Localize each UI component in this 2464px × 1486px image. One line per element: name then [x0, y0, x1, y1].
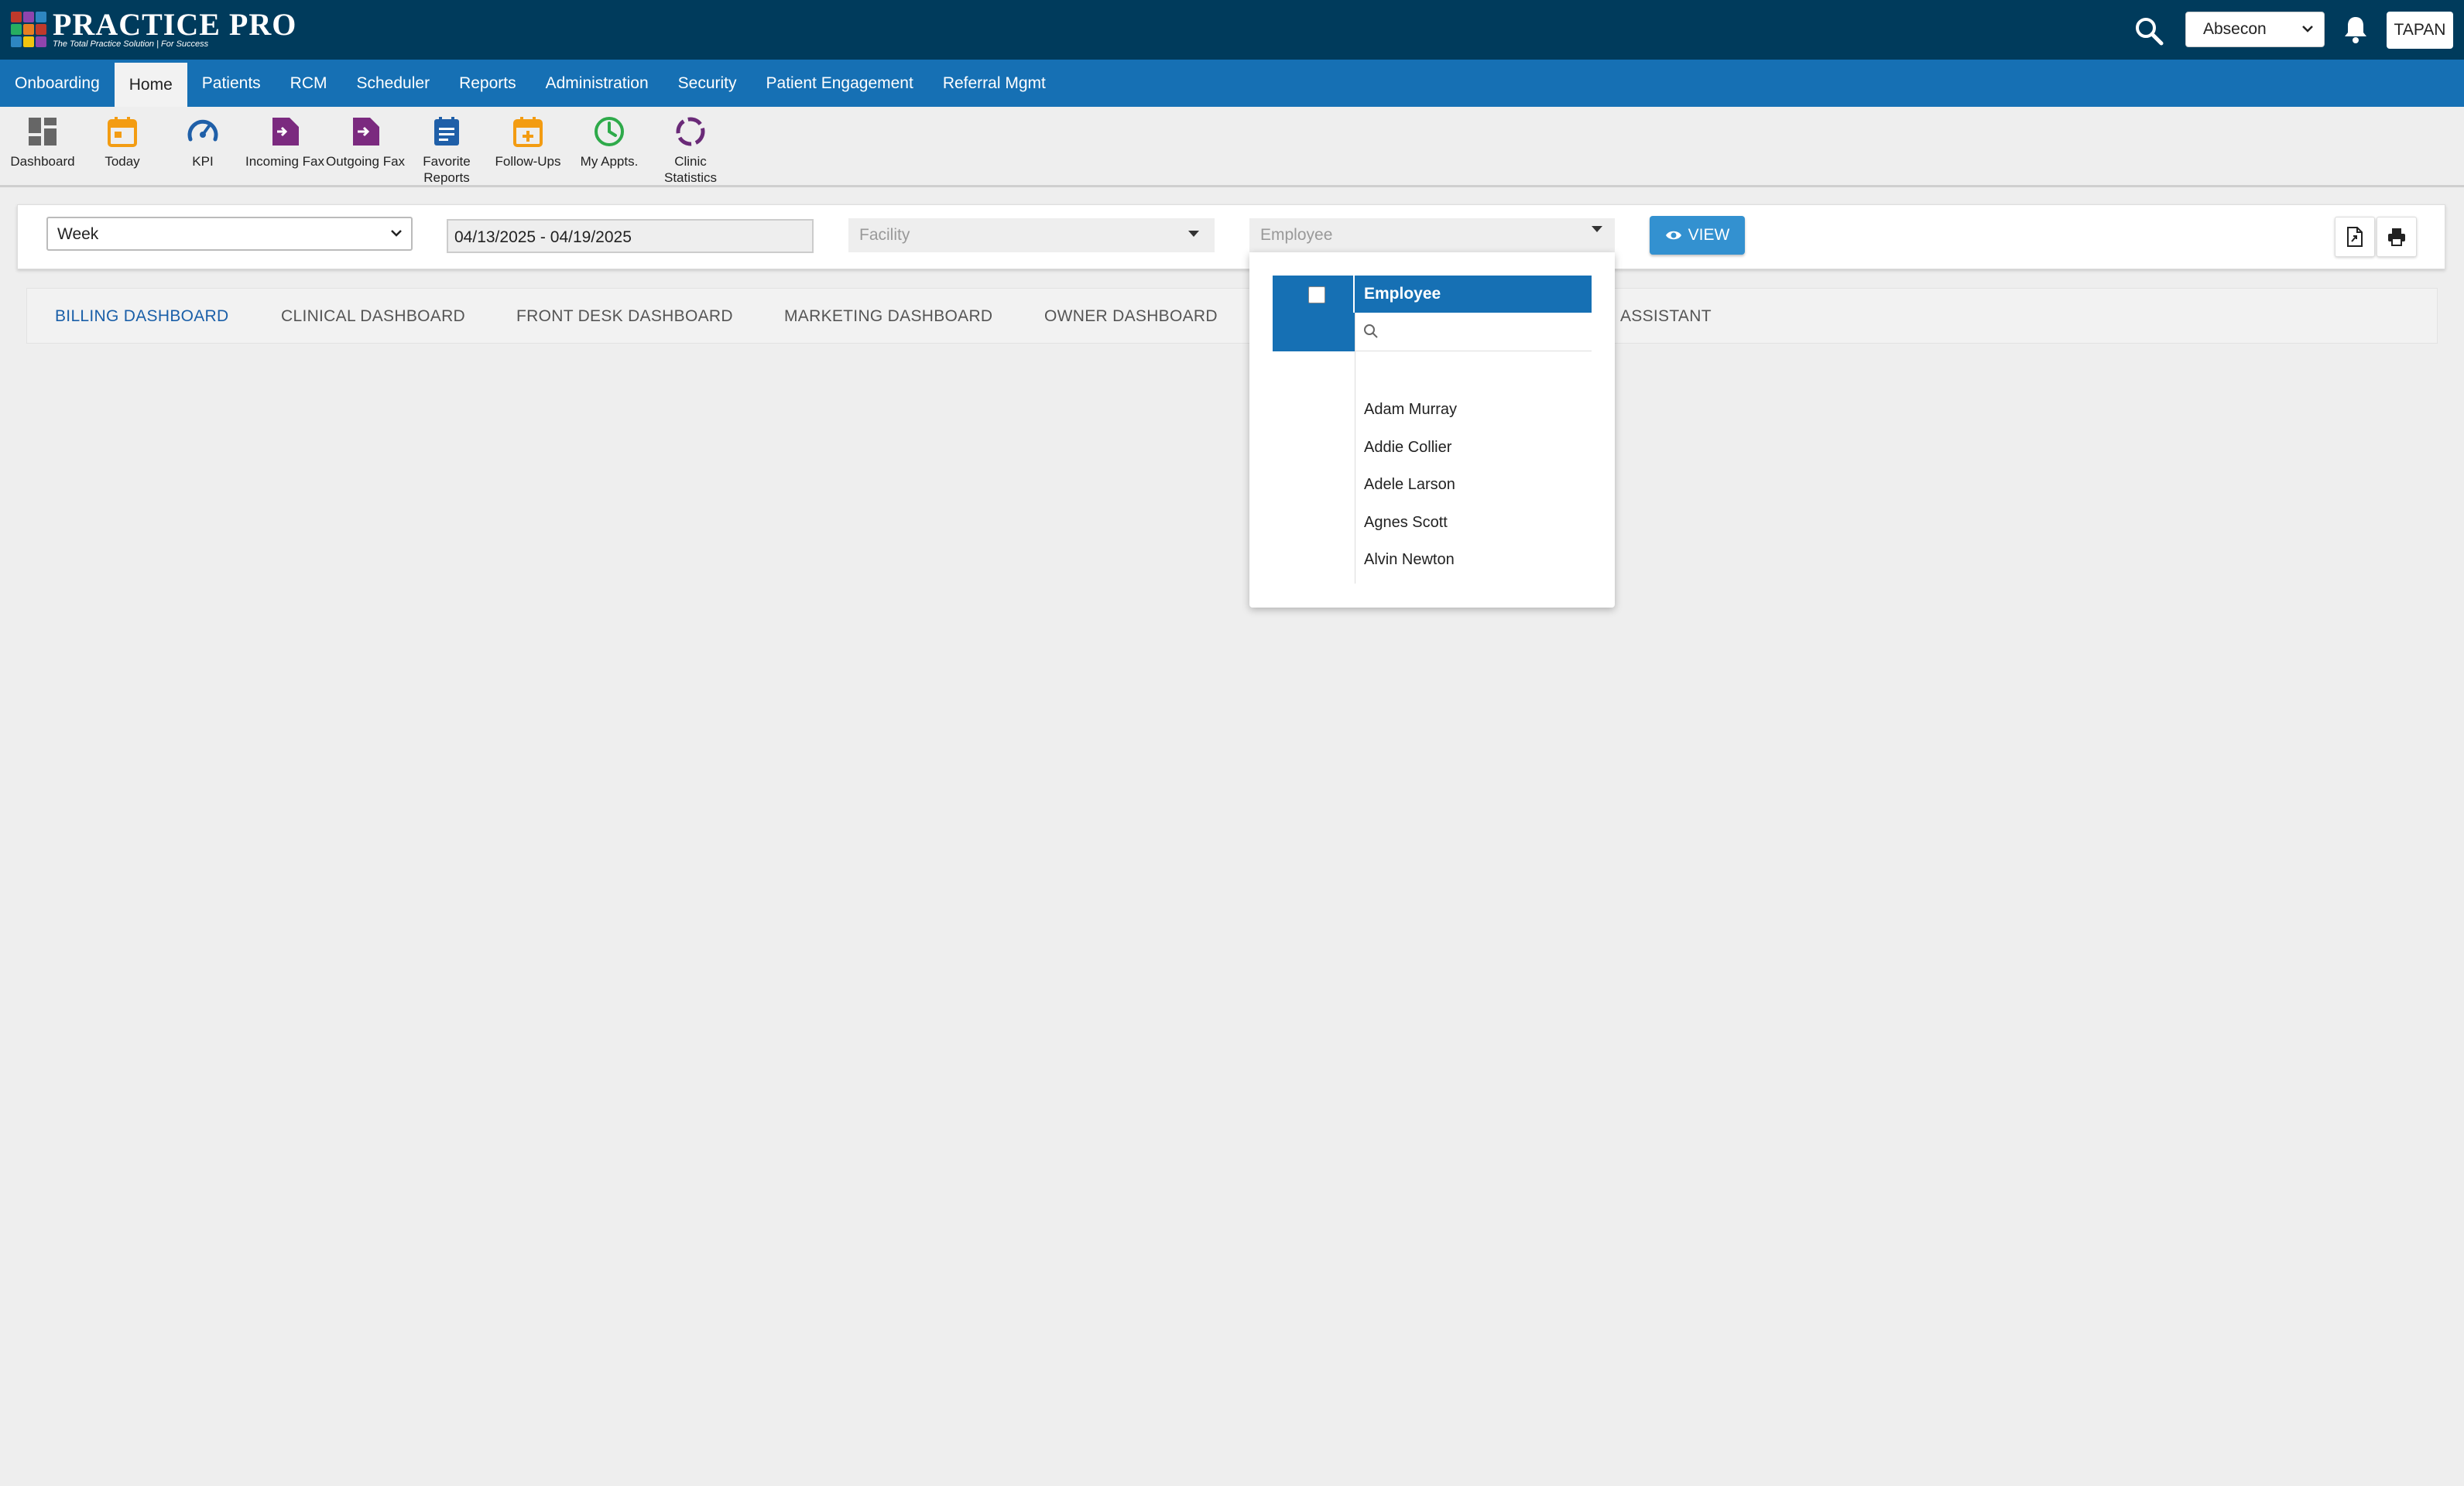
export-pdf-button[interactable]: [2335, 217, 2375, 257]
tab-assistant[interactable]: ASSISTANT: [1620, 307, 1712, 326]
date-range-value: 04/13/2025 - 04/19/2025: [454, 228, 632, 246]
nav-item-referral-mgmt[interactable]: Referral Mgmt: [928, 60, 1061, 107]
header-divider: [1353, 276, 1355, 313]
top-header: PRACTICE PRO The Total Practice Solution…: [0, 0, 2464, 60]
report-icon: [434, 117, 459, 146]
caret-down-icon: [1188, 231, 1199, 237]
toolbar-favorite-reports[interactable]: Favorite Reports: [406, 115, 487, 186]
employee-option[interactable]: Alvin Newton: [1364, 551, 1455, 569]
export-file-icon: [2347, 227, 2363, 247]
tab-marketing-dashboard[interactable]: MARKETING DASHBOARD: [784, 307, 992, 326]
user-name: TAPAN: [2394, 21, 2446, 39]
employee-dropdown-title: Employee: [1364, 285, 1441, 303]
tab-billing-dashboard[interactable]: BILLING DASHBOARD: [55, 307, 229, 326]
nav-item-home[interactable]: Home: [114, 60, 187, 107]
employee-search-input[interactable]: [1355, 313, 1592, 351]
nav-item-onboarding[interactable]: Onboarding: [0, 60, 115, 107]
logo-mark-icon: [11, 12, 46, 47]
nav-item-rcm[interactable]: RCM: [276, 60, 342, 107]
logo-name: PRACTICE PRO: [53, 7, 297, 42]
nav-item-patients[interactable]: Patients: [187, 60, 276, 107]
toolbar-dashboard[interactable]: Dashboard: [2, 115, 83, 169]
toolbar-label: Dashboard: [10, 154, 75, 169]
toolbar-today[interactable]: Today: [82, 115, 163, 169]
chevron-down-icon: [391, 230, 402, 237]
toolbar-follow-ups[interactable]: Follow-Ups: [488, 115, 568, 169]
home-toolbar: Dashboard Today KPI Incoming Fax Outgoin…: [0, 107, 2464, 187]
view-button-label: VIEW: [1688, 226, 1730, 244]
practice-pro-logo[interactable]: PRACTICE PRO The Total Practice Solution…: [11, 9, 296, 50]
toolbar-my-appts[interactable]: My Appts.: [569, 115, 649, 169]
facility-select[interactable]: Facility: [848, 218, 1215, 252]
view-button[interactable]: VIEW: [1650, 216, 1745, 255]
nav-item-security[interactable]: Security: [663, 60, 752, 107]
outgoing-fax-icon: [353, 118, 379, 146]
logo-tagline: The Total Practice Solution | For Succes…: [53, 39, 209, 49]
nav-item-administration[interactable]: Administration: [531, 60, 663, 107]
period-select[interactable]: Week: [46, 217, 413, 251]
incoming-fax-icon: [272, 118, 299, 146]
toolbar-label: Incoming Fax: [245, 154, 325, 169]
employee-option[interactable]: Adam Murray: [1364, 401, 1457, 419]
employee-option[interactable]: Addie Collier: [1364, 439, 1451, 457]
search-row-spacer: [1273, 313, 1355, 351]
period-select-value: Week: [57, 225, 99, 243]
eye-icon: [1665, 231, 1681, 240]
employee-select[interactable]: Employee: [1249, 218, 1615, 252]
nav-item-patient-engagement[interactable]: Patient Engagement: [752, 60, 928, 107]
caret-down-icon: [1592, 226, 1602, 232]
employee-dropdown-header: Employee: [1273, 276, 1592, 313]
toolbar-outgoing-fax[interactable]: Outgoing Fax: [325, 115, 406, 169]
clock-icon: [595, 117, 624, 146]
toolbar-label: Follow-Ups: [495, 154, 561, 169]
toolbar-label: Favorite Reports: [423, 154, 471, 185]
facility-placeholder: Facility: [859, 226, 910, 244]
calendar-plus-icon: [513, 117, 543, 147]
print-button[interactable]: [2377, 217, 2417, 257]
chevron-down-icon: [2302, 26, 2313, 33]
employee-dropdown: Employee Adam Murray Addie Collier Adele…: [1249, 252, 1615, 608]
dashboard-tabs: BILLING DASHBOARD CLINICAL DASHBOARD FRO…: [26, 288, 2438, 344]
toolbar-incoming-fax[interactable]: Incoming Fax: [245, 115, 325, 169]
tab-front-desk-dashboard[interactable]: FRONT DESK DASHBOARD: [516, 307, 733, 326]
nav-item-reports[interactable]: Reports: [444, 60, 531, 107]
toolbar-kpi[interactable]: KPI: [163, 115, 243, 169]
location-select-value: Absecon: [2203, 20, 2267, 38]
ring-chart-icon: [676, 117, 705, 146]
search-icon: [1364, 324, 1378, 338]
toolbar-label: Today: [105, 154, 140, 169]
employee-placeholder: Employee: [1260, 226, 1333, 244]
employee-option[interactable]: Agnes Scott: [1364, 514, 1448, 532]
main-nav: Onboarding Home Patients RCM Scheduler R…: [0, 60, 2464, 107]
employee-option[interactable]: Adele Larson: [1364, 476, 1455, 494]
toolbar-label: KPI: [192, 154, 214, 169]
toolbar-label: My Appts.: [580, 154, 639, 169]
dashboard-icon: [29, 118, 57, 146]
select-all-checkbox[interactable]: [1308, 286, 1325, 303]
toolbar-label: Clinic Statistics: [663, 154, 718, 185]
toolbar-label: Outgoing Fax: [325, 154, 406, 169]
print-icon: [2388, 228, 2405, 246]
toolbar-clinic-statistics[interactable]: Clinic Statistics: [650, 115, 731, 186]
gauge-icon: [187, 119, 218, 142]
bell-icon[interactable]: [2340, 14, 2371, 45]
tab-clinical-dashboard[interactable]: CLINICAL DASHBOARD: [281, 307, 465, 326]
location-select[interactable]: Absecon: [2185, 12, 2325, 47]
user-menu-button[interactable]: TAPAN: [2387, 12, 2453, 49]
date-range-input[interactable]: 04/13/2025 - 04/19/2025: [447, 219, 814, 253]
nav-item-scheduler[interactable]: Scheduler: [342, 60, 445, 107]
tab-owner-dashboard[interactable]: OWNER DASHBOARD: [1044, 307, 1218, 326]
calendar-icon: [108, 117, 137, 147]
search-icon[interactable]: [2133, 15, 2164, 46]
